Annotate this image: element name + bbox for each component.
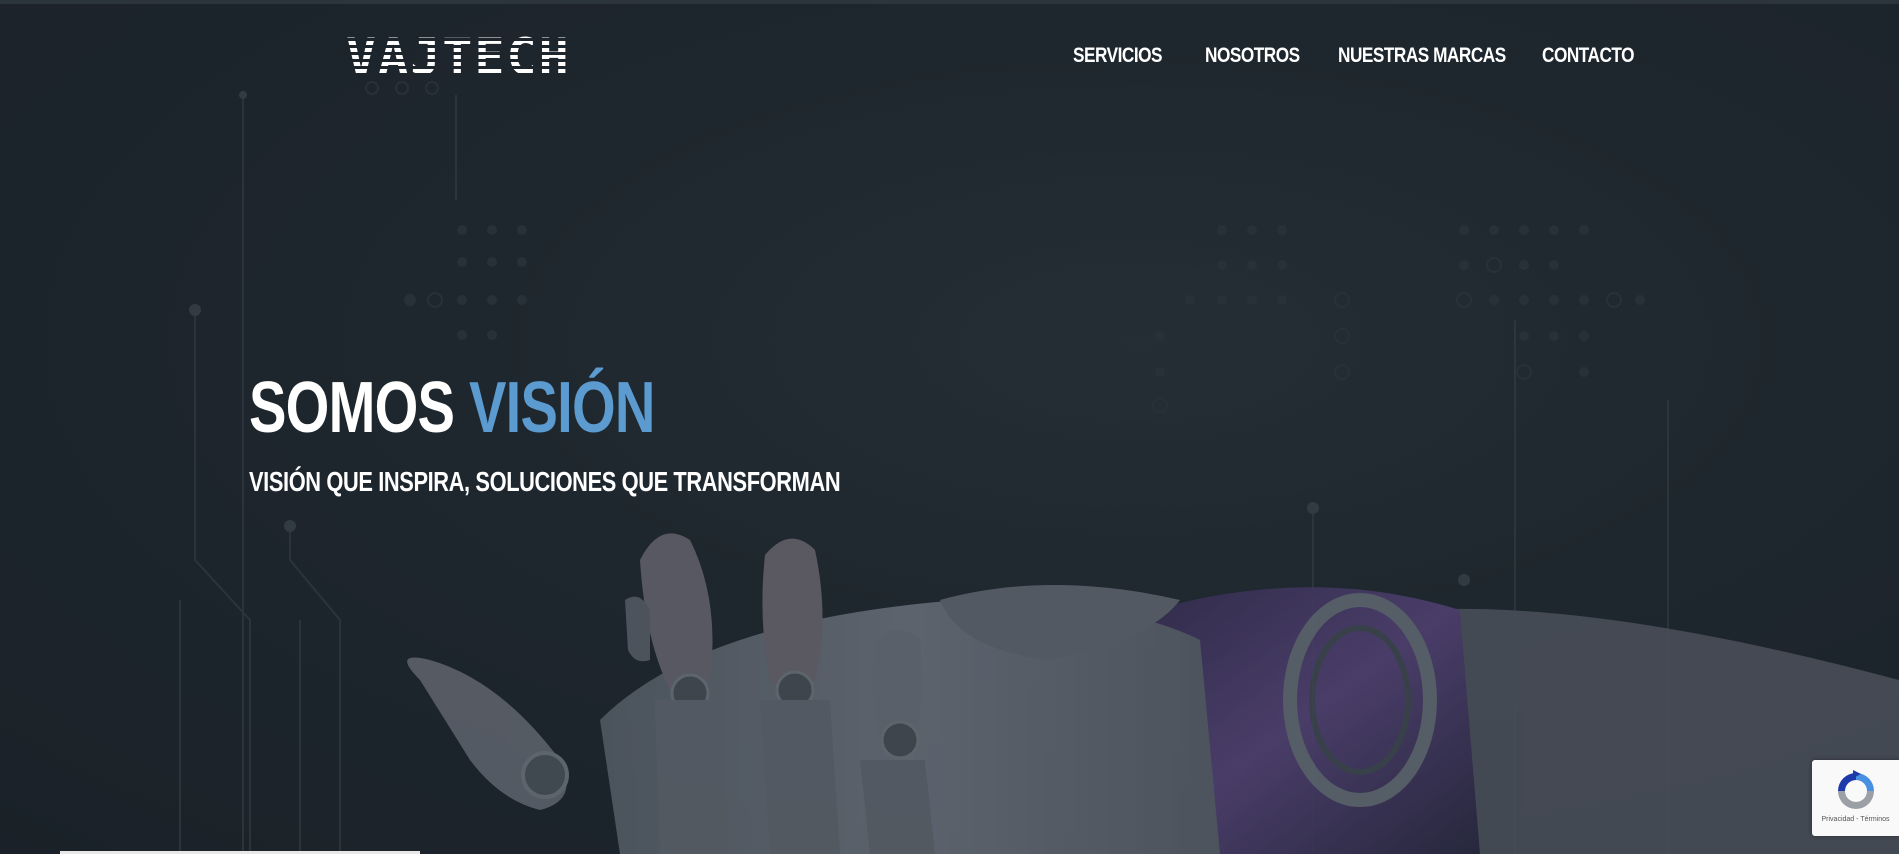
recaptcha-privacy-link[interactable]: Privacidad [1822, 816, 1855, 823]
top-border [0, 0, 1899, 4]
nav-item-contacto[interactable]: CONTACTO [1542, 44, 1635, 68]
recaptcha-separator: - [1856, 816, 1859, 823]
recaptcha-terms-link[interactable]: Términos [1860, 816, 1889, 823]
recaptcha-icon [1837, 770, 1874, 809]
nav-item-servicios[interactable]: SERVICIOS [1073, 44, 1163, 68]
main-nav: SERVICIOS NOSOTROS NUESTRAS MARCAS CONTA… [0, 44, 1899, 70]
hero-subtitle: VISIÓN QUE INSPIRA, SOLUCIONES QUE TRANS… [249, 466, 841, 497]
recaptcha-links: Privacidad - Términos [1822, 816, 1890, 823]
hero-section: VAJTECH SERVICIOS NOSOTROS NUESTRAS MARC… [0, 0, 1899, 854]
hero-title-accent: VISIÓN [468, 368, 655, 448]
recaptcha-badge[interactable]: Privacidad - Términos [1812, 760, 1899, 836]
nav-item-nuestras-marcas[interactable]: NUESTRAS MARCAS [1338, 44, 1506, 68]
hero-title-prefix: SOMOS [249, 368, 455, 448]
hero-title: SOMOS VISIÓN [249, 370, 655, 446]
nav-item-nosotros[interactable]: NOSOTROS [1205, 44, 1300, 68]
